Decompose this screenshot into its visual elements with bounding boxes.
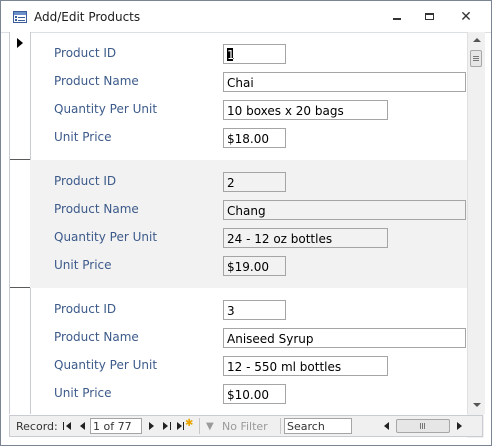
close-button[interactable]: ✕ [453,7,479,27]
previous-record-icon [80,422,85,430]
quantity-per-unit-label: Quantity Per Unit [54,102,158,116]
unit-price-label: Unit Price [54,386,112,400]
chevron-down-icon [473,403,481,407]
vertical-scrollbar[interactable] [467,32,485,414]
product-name-field[interactable]: Aniseed Syrup [223,328,466,348]
minimize-button[interactable] [384,7,410,27]
last-record-button[interactable] [161,419,173,433]
scroll-down-button[interactable] [468,397,485,414]
continuous-form-records: Product ID 1 Product Name Chai Quantity … [30,32,468,414]
restore-icon [425,13,434,20]
record-row: Product ID 1 Product Name Chai Quantity … [30,32,468,160]
scroll-thumb[interactable] [470,50,482,67]
filter-label: No Filter [222,420,268,433]
unit-price-field[interactable]: $10.00 [223,384,286,404]
minimize-icon [393,18,401,20]
scroll-right-button[interactable] [452,418,466,434]
quantity-per-unit-label: Quantity Per Unit [54,358,158,372]
record-row: Product ID 2 Product Name Chang Quantity… [30,160,468,288]
first-record-button[interactable] [62,419,74,433]
unit-price-field[interactable]: $18.00 [223,128,286,148]
record-selector-column [9,32,31,414]
search-input[interactable]: Search [284,418,352,434]
product-id-label: Product ID [54,174,117,188]
unit-price-field[interactable]: $19.00 [223,256,286,276]
product-id-label: Product ID [54,302,117,316]
first-record-icon [63,422,64,430]
quantity-per-unit-field[interactable]: 24 - 12 oz bottles [223,228,388,248]
last-record-icon [163,422,168,430]
filter-icon: ▼ [206,421,214,432]
scroll-left-button[interactable] [380,418,394,434]
product-id-field[interactable]: 3 [223,300,286,320]
record-selector-1[interactable] [10,32,30,160]
product-name-label: Product Name [54,202,139,216]
product-name-field[interactable]: Chai [223,72,466,92]
scroll-up-button[interactable] [468,32,485,49]
unit-price-label: Unit Price [54,258,112,272]
window-title: Add/Edit Products [34,10,141,24]
record-row: Product ID 3 Product Name Aniseed Syrup … [30,288,468,414]
chevron-right-icon [457,422,462,430]
current-record-input[interactable]: 1 of 77 [90,418,142,434]
quantity-per-unit-field[interactable]: 10 boxes x 20 bags [223,100,388,120]
restore-button[interactable] [417,7,443,27]
title-bar[interactable]: Add/Edit Products ✕ [1,1,491,33]
next-record-button[interactable] [146,419,158,433]
product-id-field[interactable]: 2 [223,172,286,192]
new-record-icon [177,422,182,430]
horizontal-scroll-thumb[interactable] [396,419,450,433]
product-name-field[interactable]: Chang [223,200,466,220]
product-name-label: Product Name [54,330,139,344]
quantity-per-unit-field[interactable]: 12 - 550 ml bottles [223,356,388,376]
record-navigation-bar: Record: 1 of 77 ✱ ▼ No Filter Search [9,415,483,437]
record-selector-2[interactable] [10,160,30,288]
product-id-field[interactable]: 1 [223,44,286,64]
product-name-label: Product Name [54,74,139,88]
unit-price-label: Unit Price [54,130,112,144]
previous-record-button[interactable] [77,419,89,433]
form-icon[interactable] [13,11,27,23]
form-window: Add/Edit Products ✕ Product ID 1 Product… [0,0,492,446]
record-selector-3[interactable] [10,288,30,414]
chevron-up-icon [473,38,481,42]
current-record-arrow-icon [17,38,23,48]
quantity-per-unit-label: Quantity Per Unit [54,230,158,244]
new-record-button[interactable]: ✱ [176,418,193,433]
record-label: Record: [16,420,58,433]
horizontal-scrollbar[interactable] [380,417,466,435]
close-icon: ✕ [460,9,472,25]
next-record-icon [149,422,154,430]
chevron-left-icon [384,422,389,430]
product-id-label: Product ID [54,46,117,60]
